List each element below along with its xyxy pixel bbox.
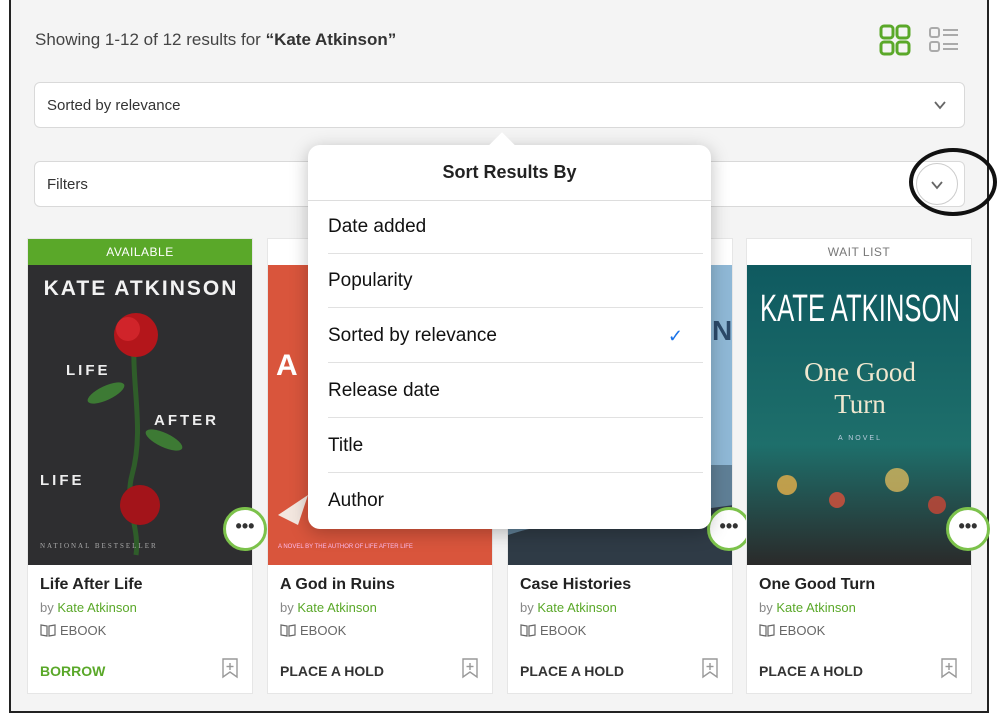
cover-word-3: LIFE [40, 472, 85, 489]
more-options-button[interactable]: ••• [223, 507, 267, 551]
format-label: EBOOK [300, 623, 347, 638]
cover-letter: N [712, 315, 732, 346]
cover-subtitle-1: One Good [804, 357, 916, 387]
results-query: “Kate Atkinson” [265, 30, 397, 49]
book-format: EBOOK [759, 623, 825, 638]
sort-popover: Sort Results By Date added Popularity So… [308, 132, 711, 529]
filters-label: Filters [47, 176, 88, 193]
book-title[interactable]: A God in Ruins [280, 576, 395, 594]
book-title[interactable]: Case Histories [520, 576, 631, 594]
cover-small: A NOVEL [838, 435, 882, 442]
book-icon [280, 624, 296, 637]
borrow-button[interactable]: BORROW [40, 663, 105, 679]
sort-option-label: Release date [328, 380, 440, 401]
format-label: EBOOK [540, 623, 587, 638]
place-hold-button[interactable]: PLACE A HOLD [759, 663, 863, 679]
bookmark-plus-icon[interactable] [460, 657, 480, 679]
book-format: EBOOK [520, 623, 586, 638]
author-link[interactable]: Kate Atkinson [57, 600, 137, 615]
grid-view-icon[interactable] [879, 24, 911, 56]
search-results-page: Showing 1-12 of 12 results for “Kate Atk… [9, 0, 997, 713]
by-label: by [520, 600, 538, 615]
cover-art: KATE ATKINSON LIFE AFTER LIFE NATIONAL B… [28, 265, 252, 565]
sort-option-release-date[interactable]: Release date [328, 364, 703, 418]
book-format: EBOOK [280, 623, 346, 638]
results-count-text: Showing 1-12 of 12 results for [35, 30, 266, 49]
book-icon [520, 624, 536, 637]
chevron-down-icon [934, 101, 946, 110]
by-label: by [759, 600, 777, 615]
cover-letter: A [276, 349, 298, 382]
by-label: by [280, 600, 298, 615]
book-cover[interactable]: KATE ATKINSON LIFE AFTER LIFE NATIONAL B… [28, 265, 252, 565]
author-link[interactable]: Kate Atkinson [537, 600, 617, 615]
sort-option-popularity[interactable]: Popularity [328, 254, 703, 308]
bookmark-plus-icon[interactable] [220, 657, 240, 679]
place-hold-button[interactable]: PLACE A HOLD [520, 663, 624, 679]
sort-option-label: Date added [328, 216, 427, 237]
book-byline: by Kate Atkinson [280, 600, 377, 615]
format-label: EBOOK [60, 623, 107, 638]
sort-popover-title: Sort Results By [308, 145, 711, 201]
results-summary: Showing 1-12 of 12 results for “Kate Atk… [35, 30, 396, 50]
cover-author: KATE ATKINSON [760, 288, 960, 330]
more-icon: ••• [719, 516, 739, 536]
book-title[interactable]: Life After Life [40, 576, 143, 594]
book-title[interactable]: One Good Turn [759, 576, 875, 594]
book-format: EBOOK [40, 623, 106, 638]
sort-select[interactable]: Sorted by relevance [34, 82, 965, 128]
bookmark-plus-icon[interactable] [939, 657, 959, 679]
author-link[interactable]: Kate Atkinson [776, 600, 856, 615]
sort-option-title[interactable]: Title [328, 419, 703, 473]
book-cover[interactable]: KATE ATKINSON One Good Turn A NOVEL [747, 265, 971, 565]
cover-word-2: AFTER [154, 412, 219, 429]
by-label: by [40, 600, 58, 615]
bookmark-plus-icon[interactable] [700, 657, 720, 679]
more-icon: ••• [235, 516, 255, 536]
more-options-button[interactable]: ••• [946, 507, 990, 551]
book-byline: by Kate Atkinson [40, 600, 137, 615]
sort-option-relevance[interactable]: Sorted by relevance ✓ [328, 309, 703, 363]
sort-option-label: Popularity [328, 270, 413, 291]
book-icon [40, 624, 56, 637]
sort-option-date-added[interactable]: Date added [328, 200, 703, 254]
book-byline: by Kate Atkinson [520, 600, 617, 615]
more-icon: ••• [958, 516, 978, 536]
cover-art: KATE ATKINSON One Good Turn A NOVEL [747, 265, 971, 565]
annotation-circle [909, 148, 997, 216]
cover-banner: A NOVEL BY THE AUTHOR OF LIFE AFTER LIFE [278, 544, 413, 550]
list-view-icon[interactable] [929, 26, 959, 54]
book-byline: by Kate Atkinson [759, 600, 856, 615]
book-card[interactable]: AVAILABLE KATE ATKINSON LIFE AFTER LIFE … [27, 238, 267, 694]
checkmark-icon: ✓ [667, 326, 683, 346]
sort-option-label: Sorted by relevance [328, 325, 497, 346]
book-card[interactable]: WAIT LIST KATE ATKINSON One Good Turn A … [746, 238, 990, 694]
cover-word-1: LIFE [66, 362, 111, 379]
format-label: EBOOK [779, 623, 826, 638]
sort-select-label: Sorted by relevance [47, 97, 181, 114]
cover-author: KATE ATKINSON [44, 277, 239, 300]
cover-subtitle-2: Turn [834, 389, 886, 419]
availability-badge: AVAILABLE [28, 239, 252, 265]
sort-option-label: Title [328, 435, 364, 456]
sort-option-author[interactable]: Author [328, 474, 703, 528]
sort-option-label: Author [328, 490, 384, 511]
author-link[interactable]: Kate Atkinson [297, 600, 377, 615]
more-options-button[interactable]: ••• [707, 507, 751, 551]
book-icon [759, 624, 775, 637]
cover-banner: NATIONAL BESTSELLER [40, 542, 158, 550]
place-hold-button[interactable]: PLACE A HOLD [280, 663, 384, 679]
availability-badge: WAIT LIST [747, 239, 971, 265]
results-header: Showing 1-12 of 12 results for “Kate Atk… [11, 0, 987, 80]
